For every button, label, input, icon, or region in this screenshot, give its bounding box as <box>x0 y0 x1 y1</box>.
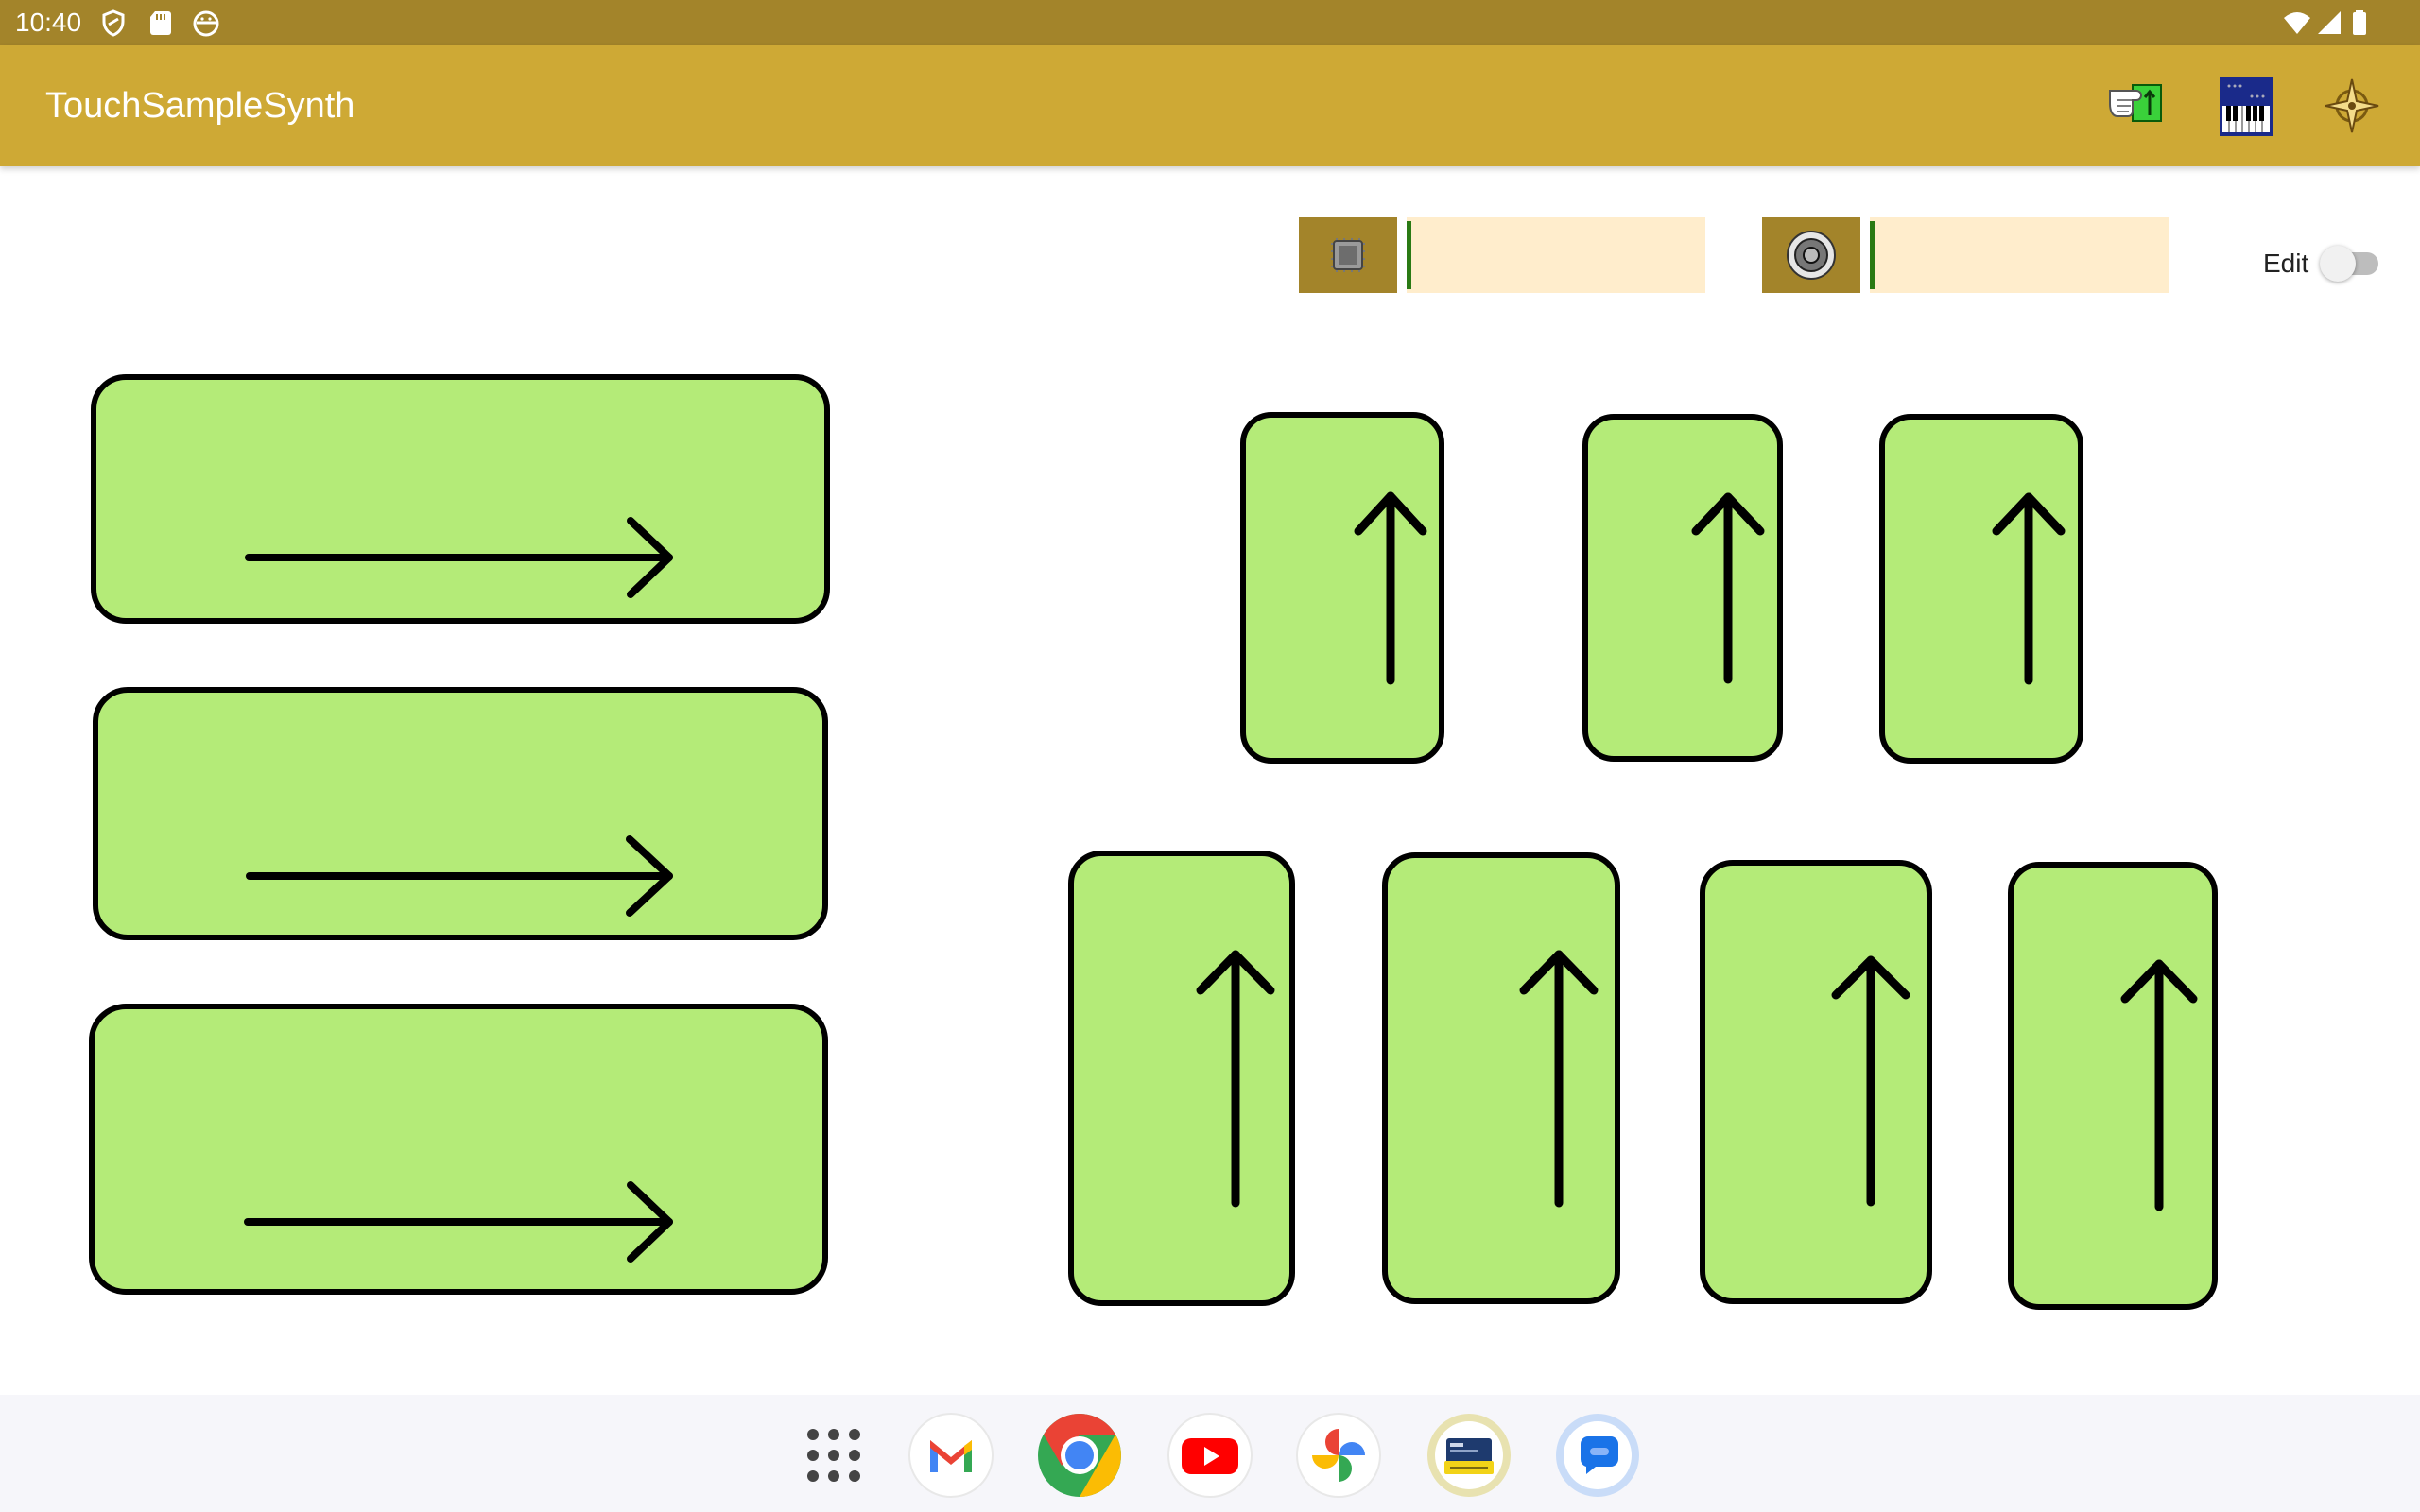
photos-icon <box>1295 1413 1382 1503</box>
vertical-touch-pad[interactable] <box>1240 412 1444 764</box>
settings-button[interactable] <box>2318 72 2386 140</box>
wallet-app-icon <box>1426 1414 1512 1503</box>
youtube-icon <box>1167 1413 1253 1503</box>
meter-track <box>1407 217 1705 293</box>
sd-card-icon <box>146 8 176 38</box>
status-time: 10:40 <box>15 8 82 37</box>
meter-track <box>1870 217 2169 293</box>
meter-level-bar <box>1870 221 1875 289</box>
speaker-icon <box>1785 229 1838 286</box>
gmail-icon <box>908 1413 994 1503</box>
keyboard-button[interactable] <box>2212 72 2280 140</box>
touch-pad-icon <box>2104 84 2172 144</box>
meter-level-bar <box>1407 221 1411 289</box>
vpn-shield-icon <box>98 8 129 38</box>
vertical-touch-pad[interactable] <box>1879 414 2083 764</box>
edit-label: Edit <box>2263 249 2309 278</box>
cpu-load-meter <box>1299 217 1705 293</box>
meter-icon-box <box>1299 217 1397 293</box>
wallet-app-button[interactable] <box>1426 1412 1512 1499</box>
battery-icon <box>2344 8 2375 38</box>
cell-signal-icon <box>2314 8 2344 38</box>
messages-icon <box>1554 1414 1641 1503</box>
gmail-app-button[interactable] <box>908 1412 994 1499</box>
compass-settings-icon <box>2318 78 2386 144</box>
horizontal-touch-pad[interactable] <box>91 374 830 624</box>
app-drawer-icon <box>790 1429 877 1503</box>
edit-switch[interactable] <box>2320 246 2380 282</box>
photos-app-button[interactable] <box>1295 1412 1382 1499</box>
app-title: TouchSampleSynth <box>45 86 355 126</box>
horizontal-touch-pad[interactable] <box>89 1004 828 1295</box>
vertical-touch-pad[interactable] <box>1700 860 1932 1304</box>
horizontal-touch-pad[interactable] <box>93 687 828 940</box>
vertical-touch-pad[interactable] <box>2008 862 2218 1310</box>
audio-level-meter <box>1762 217 2169 293</box>
youtube-app-button[interactable] <box>1167 1412 1253 1499</box>
chrome-icon <box>1036 1414 1123 1503</box>
messages-app-button[interactable] <box>1554 1412 1641 1499</box>
meter-icon-box <box>1762 217 1860 293</box>
app-bar: TouchSampleSynth <box>0 45 2420 166</box>
piano-keyboard-icon <box>2212 77 2280 144</box>
touch-pad-button[interactable] <box>2104 72 2172 140</box>
android-face-icon <box>191 8 221 38</box>
cpu-chip-icon <box>1322 229 1374 286</box>
chrome-app-button[interactable] <box>1036 1412 1123 1499</box>
switch-thumb <box>2320 246 2356 282</box>
app-drawer-button[interactable] <box>790 1412 877 1499</box>
vertical-touch-pad[interactable] <box>1582 414 1783 762</box>
vertical-touch-pad[interactable] <box>1382 852 1620 1304</box>
vertical-touch-pad[interactable] <box>1068 850 1295 1306</box>
wifi-icon <box>2282 8 2312 38</box>
status-bar: 10:40 <box>0 0 2420 45</box>
